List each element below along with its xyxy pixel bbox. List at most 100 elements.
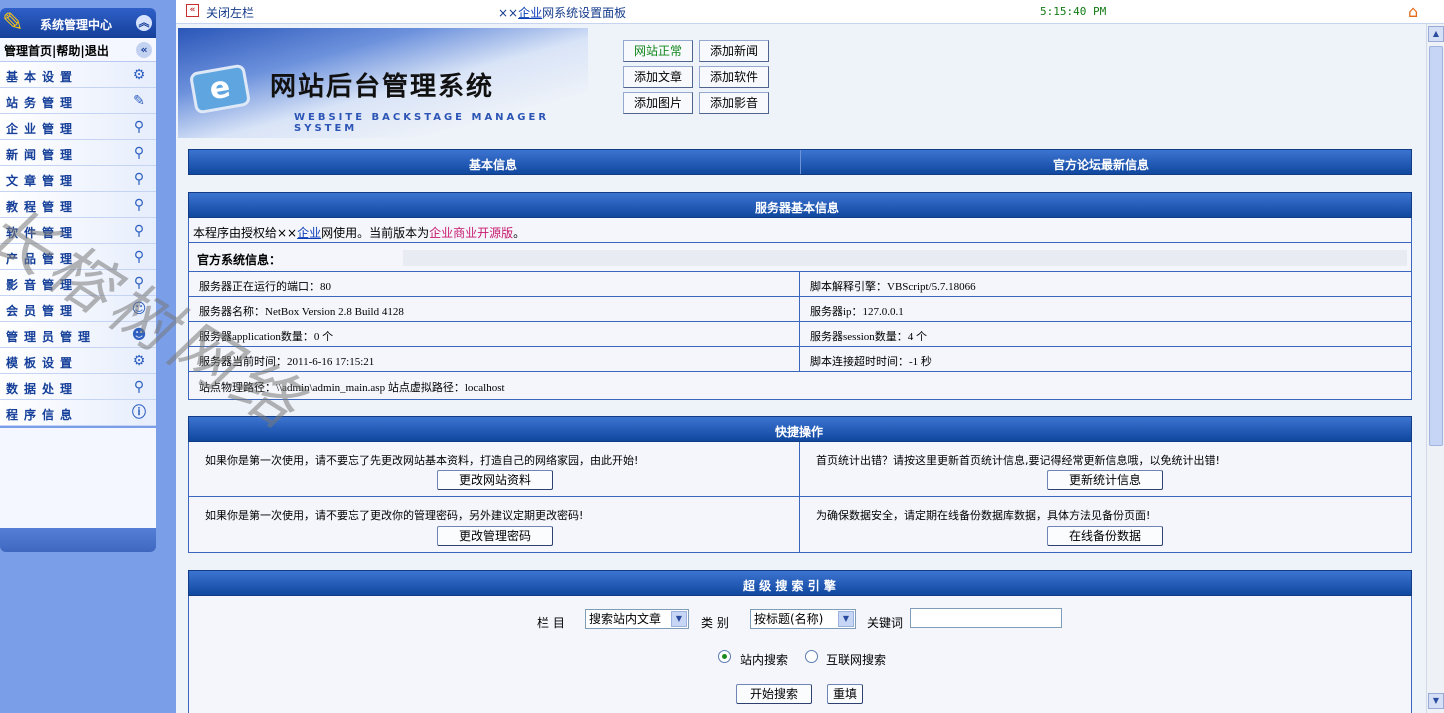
- banner-title: 网站后台管理系统: [270, 72, 495, 102]
- add-software-button[interactable]: 添加软件: [699, 66, 769, 88]
- license-enterprise-link[interactable]: 企业: [297, 226, 321, 240]
- sidebar-item-site-affairs[interactable]: 站务管理 ✎: [0, 88, 156, 114]
- start-search-button[interactable]: 开始搜索: [736, 684, 812, 704]
- enterprise-link[interactable]: 企业: [518, 6, 542, 20]
- sidebar-header: ✎ 系统管理中心 ︽: [0, 8, 156, 38]
- magnifier-icon: ⚲: [133, 379, 145, 395]
- sidebar-item-label: 软件管理: [6, 226, 79, 240]
- ie-logo-icon: e: [188, 63, 252, 115]
- add-media-button[interactable]: 添加影音: [699, 92, 769, 114]
- sidebar-item-label: 企业管理: [6, 122, 79, 136]
- version-label: 企业商业开源版: [429, 226, 514, 240]
- type-select[interactable]: 按标题(名称) ▼: [750, 609, 856, 629]
- sidebar-item-label: 教程管理: [6, 200, 79, 214]
- link-logout[interactable]: 退出: [85, 44, 109, 58]
- sidebar-item-label: 影音管理: [6, 278, 79, 292]
- sidebar-item-label: 新闻管理: [6, 148, 79, 162]
- tip-backup: 为确保数据安全，请定期在线备份数据库数据，具体方法见备份页面!: [816, 509, 1151, 522]
- column-select[interactable]: 搜索站内文章 ▼: [585, 609, 689, 629]
- reset-button[interactable]: 重填: [827, 684, 863, 704]
- sidebar: ✎ 系统管理中心 ︽ 管理首页|帮助|退出 « 基本设置 ⚙ 站务管理 ✎ 企业管理…: [0, 0, 176, 713]
- site-paths: 站点物理路径：\\admin\admin_main.asp 站点虚拟路径：loc…: [199, 382, 505, 394]
- tab-basic-info[interactable]: 基本信息: [469, 156, 517, 173]
- magnifier-icon: ⚲: [133, 145, 145, 161]
- server-time: 服务器当前时间：2011-6-16 17:15:21: [199, 356, 375, 368]
- sidebar-item-label: 管理员管理: [6, 330, 97, 344]
- close-left-icon[interactable]: «: [186, 4, 199, 17]
- admin-user-icon: ☻: [131, 327, 147, 343]
- sidebar-item-label: 模板设置: [6, 356, 79, 370]
- add-image-button[interactable]: 添加图片: [623, 92, 693, 114]
- sidebar-item-media[interactable]: 影音管理 ⚲: [0, 270, 156, 296]
- collapse-left-icon[interactable]: «: [136, 42, 152, 58]
- official-info-row: 官方系统信息：: [189, 243, 1411, 272]
- info-tabs-bar: 基本信息 官方论坛最新信息: [188, 149, 1412, 175]
- update-stats-button[interactable]: 更新统计信息: [1047, 470, 1163, 490]
- magnifier-icon: ⚲: [133, 275, 145, 291]
- sidebar-item-label: 基本设置: [6, 70, 79, 84]
- script-timeout: 脚本连接超时时间：-1 秒: [810, 356, 932, 368]
- sidebar-item-templates[interactable]: 模板设置 ⚙: [0, 348, 156, 374]
- sidebar-top-links: 管理首页|帮助|退出 «: [0, 38, 156, 62]
- add-article-button[interactable]: 添加文章: [623, 66, 693, 88]
- link-admin-home[interactable]: 管理首页: [4, 44, 52, 58]
- radio-site-search[interactable]: [718, 650, 731, 663]
- sidebar-item-data[interactable]: 数据处理 ⚲: [0, 374, 156, 400]
- sidebar-item-label: 文章管理: [6, 174, 79, 188]
- sidebar-item-software[interactable]: 软件管理 ⚲: [0, 218, 156, 244]
- official-info-box: [403, 250, 1407, 266]
- banner-subtitle: WEBSITE BACKSTAGE MANAGER SYSTEM: [294, 112, 550, 134]
- panel-title: ××企业网系统设置面板: [498, 6, 627, 20]
- gear-icon: ⚙: [132, 67, 146, 83]
- scroll-up-icon[interactable]: ▲: [1428, 26, 1444, 42]
- sidebar-item-products[interactable]: 产品管理 ⚲: [0, 244, 156, 270]
- tip-update-stats: 首页统计出错？请按这里更新首页统计信息,要记得经常更新信息哦，以免统计出错!: [816, 454, 1220, 467]
- link-help[interactable]: 帮助: [56, 44, 80, 58]
- chevron-down-icon: ▼: [671, 611, 687, 627]
- collapse-up-icon[interactable]: ︽: [136, 15, 152, 31]
- home-icon[interactable]: ⌂: [1408, 2, 1426, 21]
- sidebar-item-tutorials[interactable]: 教程管理 ⚲: [0, 192, 156, 218]
- clock: 5:15:40 PM: [1040, 5, 1107, 18]
- scroll-down-icon[interactable]: ▼: [1428, 693, 1444, 709]
- change-password-button[interactable]: 更改管理密码: [437, 526, 553, 546]
- server-ip: 服务器ip：127.0.0.1: [810, 306, 904, 318]
- sidebar-item-program-info[interactable]: 程序信息 ⓘ: [0, 400, 156, 426]
- magnifier-icon: ⚲: [133, 171, 145, 187]
- tab-forum-news[interactable]: 官方论坛最新信息: [1053, 156, 1149, 173]
- user-icon: ☺: [131, 301, 147, 317]
- broom-logo-icon: ✎: [2, 8, 24, 38]
- magnifier-icon: ⚲: [133, 249, 145, 265]
- search-panel: 栏 目 搜索站内文章 ▼ 类 别 按标题(名称) ▼ 关键词 站内搜索 互联网搜索 …: [188, 596, 1412, 713]
- radio-web-search[interactable]: [805, 650, 818, 663]
- search-header: 超 级 搜 索 引 擎: [188, 570, 1412, 596]
- sidebar-item-articles[interactable]: 文章管理 ⚲: [0, 166, 156, 192]
- vertical-scrollbar[interactable]: ▲ ▼: [1426, 24, 1444, 713]
- server-info-panel: 本程序由授权给××企业网使用。当前版本为企业商业开源版。 官方系统信息： 服务器…: [188, 218, 1412, 400]
- sidebar-item-enterprise[interactable]: 企业管理 ⚲: [0, 114, 156, 140]
- edit-site-info-button[interactable]: 更改网站资料: [437, 470, 553, 490]
- info-icon: ⓘ: [132, 405, 146, 421]
- main-content: e 网站后台管理系统 WEBSITE BACKSTAGE MANAGER SYS…: [176, 24, 1426, 713]
- sidebar-item-members[interactable]: 会员管理 ☺: [0, 296, 156, 322]
- sidebar-item-basic-settings[interactable]: 基本设置 ⚙: [0, 62, 156, 88]
- sidebar-item-label: 数据处理: [6, 382, 79, 396]
- add-news-button[interactable]: 添加新闻: [699, 40, 769, 62]
- backup-data-button[interactable]: 在线备份数据: [1047, 526, 1163, 546]
- app-count: 服务器application数量：0 个: [199, 331, 334, 343]
- quick-ops-panel: 如果你是第一次使用，请不要忘了先更改网站基本资料，打造自己的网络家园，由此开始!…: [188, 442, 1412, 553]
- site-normal-button[interactable]: 网站正常: [623, 40, 693, 62]
- sidebar-item-news[interactable]: 新闻管理 ⚲: [0, 140, 156, 166]
- keyword-input[interactable]: [910, 608, 1062, 628]
- sidebar-menu: 基本设置 ⚙ 站务管理 ✎ 企业管理 ⚲ 新闻管理 ⚲ 文章管理 ⚲ 教程管理 ⚲ 软件管理…: [0, 62, 156, 426]
- close-left-link[interactable]: 关闭左栏: [206, 4, 254, 21]
- sidebar-footer: [0, 528, 156, 552]
- sidebar-item-admins[interactable]: 管理员管理 ☻: [0, 322, 156, 348]
- chevron-down-icon: ▼: [838, 611, 854, 627]
- quick-ops-header: 快捷操作: [188, 416, 1412, 442]
- sidebar-filler: [0, 428, 156, 528]
- scrollbar-thumb[interactable]: [1429, 46, 1443, 446]
- banner: e 网站后台管理系统 WEBSITE BACKSTAGE MANAGER SYS…: [178, 28, 588, 138]
- tip-change-password: 如果你是第一次使用，请不要忘了更改你的管理密码，另外建议定期更改密码!: [205, 509, 584, 522]
- type-label: 类 别: [701, 616, 729, 630]
